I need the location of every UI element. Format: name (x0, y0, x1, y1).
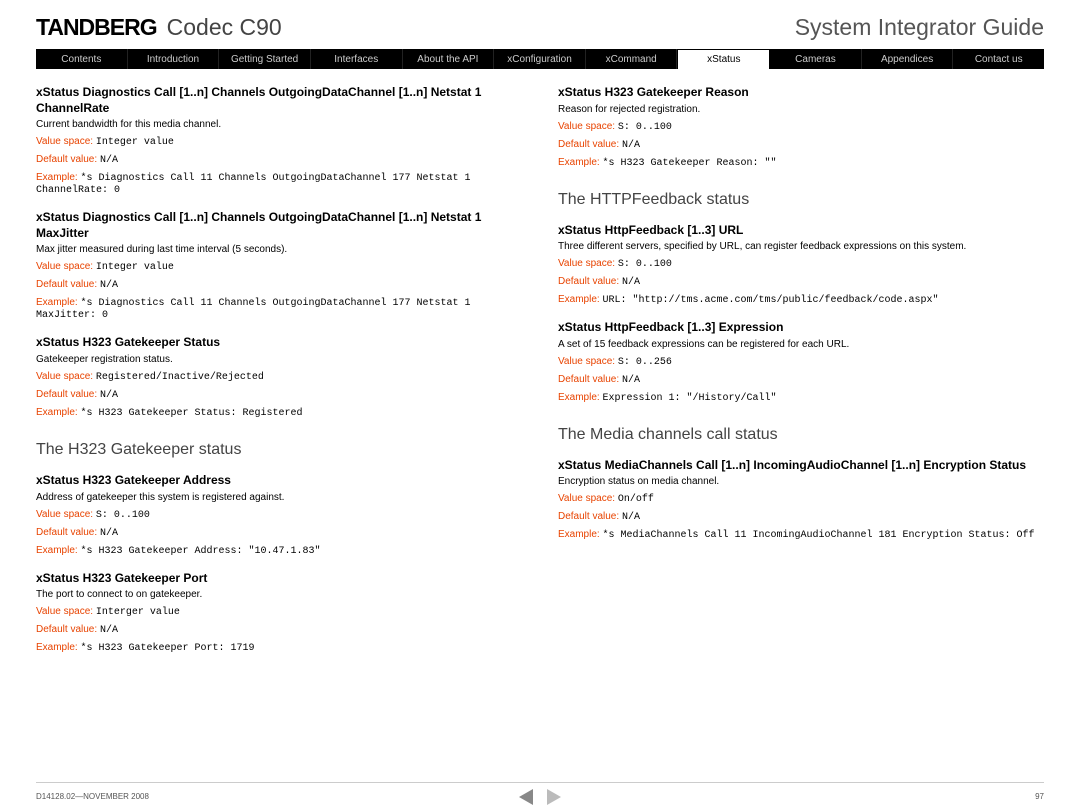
nav-item-about-the-api[interactable]: About the API (403, 49, 495, 69)
command-description: Reason for rejected registration. (558, 104, 1044, 115)
status-block: xStatus H323 Gatekeeper Status Gatekeeper… (36, 335, 522, 419)
left-column: xStatus Diagnostics Call [1..n] Channels… (36, 85, 522, 668)
status-block: xStatus Diagnostics Call [1..n] Channels… (36, 210, 522, 321)
doc-id: D14128.02—NOVEMBER 2008 (36, 792, 149, 801)
command-title: xStatus MediaChannels Call [1..n] Incomi… (558, 458, 1044, 474)
example-row: Example: *s H323 Gatekeeper Port: 1719 (36, 642, 522, 654)
command-description: Max jitter measured during last time int… (36, 244, 522, 255)
right-column: xStatus H323 Gatekeeper Reason Reason for… (558, 85, 1044, 668)
section-media-channels: The Media channels call status (558, 426, 1044, 444)
footer: D14128.02—NOVEMBER 2008 97 (36, 792, 1044, 801)
command-title: xStatus H323 Gatekeeper Address (36, 473, 522, 489)
section-httpfeedback: The HTTPFeedback status (558, 191, 1044, 209)
example-row: Example: *s H323 Gatekeeper Reason: "" (558, 157, 1044, 169)
default-value-row: Default value: N/A (558, 374, 1044, 386)
value-space-row: Value space: S: 0..256 (558, 356, 1044, 368)
nav-item-appendices[interactable]: Appendices (862, 49, 954, 69)
status-block: xStatus HttpFeedback [1..3] URL Three dif… (558, 223, 1044, 307)
guide-title: System Integrator Guide (795, 14, 1044, 41)
example-row: Example: *s H323 Gatekeeper Address: "10… (36, 545, 522, 557)
example-row: Example: URL: "http://tms.acme.com/tms/p… (558, 294, 1044, 306)
nav-item-xconfiguration[interactable]: xConfiguration (494, 49, 586, 69)
section-h323-gatekeeper: The H323 Gatekeeper status (36, 441, 522, 459)
example-row: Example: *s Diagnostics Call 11 Channels… (36, 172, 522, 196)
command-title: xStatus Diagnostics Call [1..n] Channels… (36, 210, 522, 241)
status-block: xStatus HttpFeedback [1..3] Expression A … (558, 320, 1044, 404)
example-row: Example: *s MediaChannels Call 11 Incomi… (558, 529, 1044, 541)
nav-item-getting-started[interactable]: Getting Started (219, 49, 311, 69)
value-space-row: Value space: On/off (558, 493, 1044, 505)
nav-item-interfaces[interactable]: Interfaces (311, 49, 403, 69)
default-value-row: Default value: N/A (36, 527, 522, 539)
command-description: Address of gatekeeper this system is reg… (36, 492, 522, 503)
command-description: A set of 15 feedback expressions can be … (558, 339, 1044, 350)
footer-rule (36, 782, 1044, 783)
value-space-row: Value space: Integer value (36, 261, 522, 273)
next-page-icon[interactable] (547, 789, 561, 805)
command-description: Current bandwidth for this media channel… (36, 119, 522, 130)
command-title: xStatus Diagnostics Call [1..n] Channels… (36, 85, 522, 116)
default-value-row: Default value: N/A (558, 276, 1044, 288)
status-block: xStatus H323 Gatekeeper Reason Reason for… (558, 85, 1044, 169)
command-title: xStatus H323 Gatekeeper Port (36, 571, 522, 587)
command-description: Gatekeeper registration status. (36, 354, 522, 365)
default-value-row: Default value: N/A (36, 279, 522, 291)
page-number: 97 (1035, 792, 1044, 801)
status-block: xStatus H323 Gatekeeper Address Address o… (36, 473, 522, 557)
command-description: The port to connect to on gatekeeper. (36, 589, 522, 600)
status-block: xStatus MediaChannels Call [1..n] Incomi… (558, 458, 1044, 542)
example-row: Example: Expression 1: "/History/Call" (558, 392, 1044, 404)
brand-block: TANDBERG Codec C90 (36, 14, 282, 41)
nav-item-xstatus[interactable]: xStatus (677, 49, 770, 69)
content: xStatus Diagnostics Call [1..n] Channels… (36, 69, 1044, 668)
command-title: xStatus HttpFeedback [1..3] Expression (558, 320, 1044, 336)
default-value-row: Default value: N/A (558, 139, 1044, 151)
value-space-row: Value space: Integer value (36, 136, 522, 148)
header: TANDBERG Codec C90 System Integrator Gui… (36, 0, 1044, 49)
value-space-row: Value space: S: 0..100 (558, 258, 1044, 270)
command-description: Encryption status on media channel. (558, 476, 1044, 487)
status-block: xStatus H323 Gatekeeper Port The port to … (36, 571, 522, 655)
nav-item-cameras[interactable]: Cameras (770, 49, 862, 69)
status-block: xStatus Diagnostics Call [1..n] Channels… (36, 85, 522, 196)
value-space-row: Value space: Registered/Inactive/Rejecte… (36, 371, 522, 383)
example-row: Example: *s H323 Gatekeeper Status: Regi… (36, 407, 522, 419)
nav-item-contents[interactable]: Contents (36, 49, 128, 69)
command-title: xStatus H323 Gatekeeper Status (36, 335, 522, 351)
command-title: xStatus HttpFeedback [1..3] URL (558, 223, 1044, 239)
command-description: Three different servers, specified by UR… (558, 241, 1044, 252)
product-name: Codec C90 (167, 14, 282, 41)
brand-name: TANDBERG (36, 14, 157, 41)
command-title: xStatus H323 Gatekeeper Reason (558, 85, 1044, 101)
value-space-row: Value space: S: 0..100 (36, 509, 522, 521)
nav-item-xcommand[interactable]: xCommand (586, 49, 678, 69)
default-value-row: Default value: N/A (36, 389, 522, 401)
default-value-row: Default value: N/A (36, 624, 522, 636)
top-nav: ContentsIntroductionGetting StartedInter… (36, 49, 1044, 69)
prev-page-icon[interactable] (519, 789, 533, 805)
value-space-row: Value space: S: 0..100 (558, 121, 1044, 133)
pager (519, 789, 561, 805)
value-space-row: Value space: Interger value (36, 606, 522, 618)
nav-item-introduction[interactable]: Introduction (128, 49, 220, 69)
nav-item-contact-us[interactable]: Contact us (953, 49, 1044, 69)
example-row: Example: *s Diagnostics Call 11 Channels… (36, 297, 522, 321)
default-value-row: Default value: N/A (558, 511, 1044, 523)
default-value-row: Default value: N/A (36, 154, 522, 166)
